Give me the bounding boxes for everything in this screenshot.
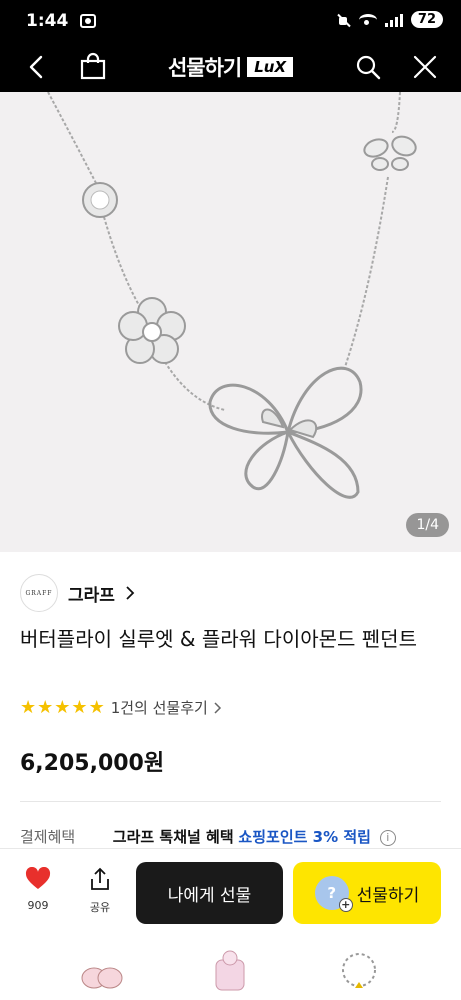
heart-icon (25, 866, 51, 889)
gift-button[interactable]: ? + 선물하기 (293, 862, 441, 924)
close-icon[interactable] (412, 54, 438, 80)
benefit-text: 그라프 톡채널 혜택 (112, 828, 234, 846)
recipient-avatar-symbol: ? (327, 884, 337, 902)
status-bar: 1:44 72 (0, 0, 461, 42)
page-indicator: 1/4 (406, 513, 449, 537)
benefit-label: 결제혜택 (20, 828, 76, 846)
brand-logo: GRAFF (20, 574, 58, 612)
divider (20, 801, 441, 802)
share-label: 공유 (89, 901, 111, 914)
app-header: 선물하기 LuX (0, 42, 461, 92)
review-link[interactable]: ★ ★ ★ ★ ★ 1건의 선물후기 (20, 697, 222, 718)
like-count: 909 (27, 899, 49, 912)
lux-badge: LuX (247, 57, 294, 77)
related-items-peek (0, 936, 461, 1000)
star-icon: ★ (88, 696, 105, 718)
share-icon (91, 867, 109, 890)
like-button[interactable]: 909 (16, 866, 60, 923)
plus-icon: + (338, 898, 353, 912)
star-icon: ★ (71, 696, 88, 718)
status-icons: 72 (337, 11, 443, 28)
review-count[interactable]: 1건의 선물후기 (111, 697, 208, 718)
product-image (47, 92, 417, 499)
star-icon: ★ (20, 696, 37, 718)
benefit-highlight: 쇼핑포인트 3% 적립 (238, 828, 371, 846)
status-time: 1:44 (26, 11, 69, 31)
related-item-thumbnail[interactable] (206, 946, 254, 994)
gift-to-self-button[interactable]: 나에게 선물 (136, 862, 283, 924)
star-icon: ★ (54, 696, 71, 718)
brand-link[interactable]: GRAFF 그라프 (20, 574, 135, 612)
product-title: 버터플라이 실루엣 & 플라워 다이아몬드 펜던트 (20, 627, 417, 651)
product-image-carousel[interactable]: 1/4 (0, 92, 461, 552)
product-price: 6,205,000원 (20, 751, 165, 776)
star-icon: ★ (37, 696, 54, 718)
mute-icon (337, 13, 351, 27)
info-icon[interactable]: i (379, 829, 396, 846)
signal-icon (384, 13, 403, 27)
search-icon[interactable] (355, 54, 381, 80)
screen-record-icon (80, 14, 96, 28)
payment-benefit: 결제혜택 그라프 톡채널 혜택 쇼핑포인트 3% 적립 i (20, 826, 396, 847)
chevron-right-icon (214, 701, 221, 714)
rating-stars: ★ ★ ★ ★ ★ (20, 696, 105, 718)
brand-name[interactable]: 그라프 (68, 581, 115, 606)
chevron-right-icon (126, 586, 135, 600)
header-title-text: 선물하기 (167, 56, 242, 80)
header-title: 선물하기 LuX (0, 52, 461, 82)
gift-label: 선물하기 (356, 885, 420, 906)
battery-level: 72 (410, 11, 443, 28)
bottom-action-bar: 909 공유 나에게 선물 ? + 선물하기 (0, 848, 461, 936)
related-item-thumbnail[interactable] (335, 946, 383, 994)
wifi-icon (358, 13, 377, 26)
related-item-thumbnail[interactable] (78, 946, 126, 994)
recipient-avatar: ? + (314, 876, 353, 912)
share-button[interactable]: 공유 (78, 867, 122, 923)
gift-to-self-label: 나에게 선물 (167, 885, 252, 906)
